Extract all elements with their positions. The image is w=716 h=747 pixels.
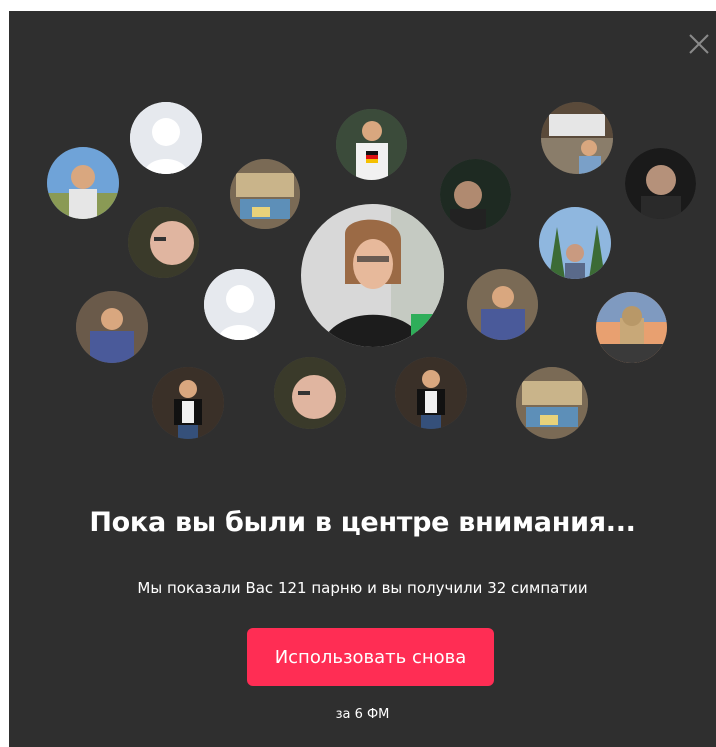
placeholder-avatar <box>130 102 202 174</box>
user-avatar <box>467 269 538 340</box>
user-avatar <box>395 357 467 429</box>
spotlight-modal: Пока вы были в центре внимания... Мы пок… <box>9 11 716 747</box>
modal-subtitle: Мы показали Вас 121 парню и вы получили … <box>137 579 588 597</box>
modal-title: Пока вы были в центре внимания... <box>89 507 636 538</box>
user-avatar <box>274 357 346 429</box>
user-avatar <box>539 207 611 279</box>
user-avatar <box>541 102 613 174</box>
placeholder-avatar <box>204 269 275 340</box>
close-icon[interactable] <box>688 33 710 55</box>
featured-user-avatar <box>301 204 444 347</box>
user-avatar <box>440 159 511 230</box>
user-avatar <box>336 109 407 180</box>
user-avatar <box>596 292 667 363</box>
price-label: за 6 ФМ <box>335 707 390 722</box>
user-avatar <box>152 367 224 439</box>
user-avatar <box>516 367 588 439</box>
user-avatar <box>47 147 119 219</box>
user-avatar <box>128 207 199 278</box>
user-avatar <box>230 159 300 229</box>
user-avatar <box>76 291 148 363</box>
user-avatar <box>625 148 696 219</box>
use-again-button[interactable]: Использовать снова <box>247 628 494 686</box>
